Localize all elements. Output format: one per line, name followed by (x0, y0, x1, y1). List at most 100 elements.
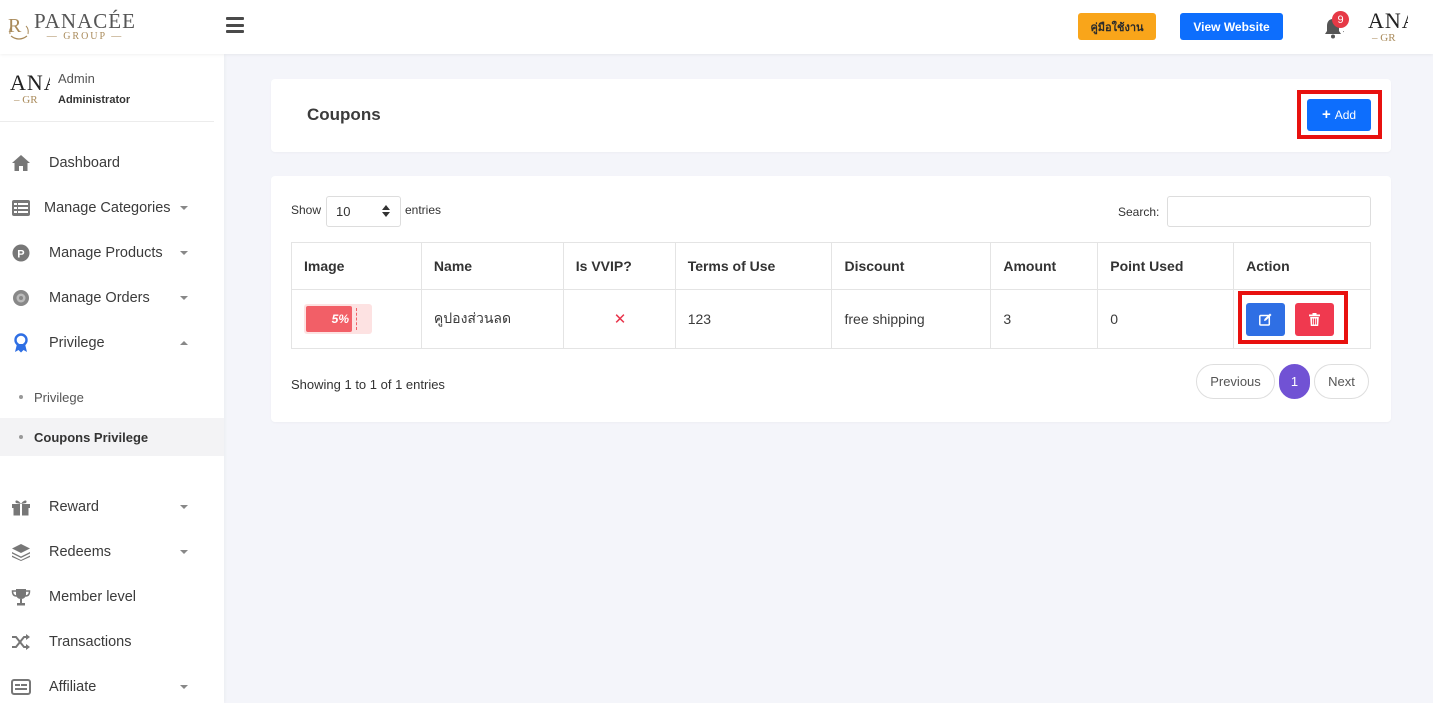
chevron-down-icon (180, 550, 188, 554)
header-avatar[interactable]: ANA – GR (1368, 10, 1408, 46)
logo-emblem-icon: R (8, 12, 30, 42)
view-website-button[interactable]: View Website (1180, 13, 1283, 40)
sidebar-item-manage-categories[interactable]: Manage Categories (0, 190, 214, 226)
cross-icon: ✕ (613, 311, 627, 328)
cell-name: คูปองส่วนลด (420, 289, 564, 349)
svg-text:P: P (17, 248, 24, 260)
coupon-image: 5% (304, 304, 372, 334)
user-profile: ANA – GR Admin Administrator (0, 54, 214, 122)
column-header-terms[interactable]: Terms of Use (674, 242, 833, 290)
sidebar: ANA – GR Admin Administrator Dashboard M… (0, 54, 224, 703)
table-info: Showing 1 to 1 of 1 entries (291, 377, 445, 392)
pagination-previous[interactable]: Previous (1196, 364, 1275, 399)
chevron-down-icon (180, 505, 188, 509)
chevron-down-icon (180, 296, 188, 300)
column-header-point-used[interactable]: Point Used (1097, 242, 1235, 290)
column-header-amount[interactable]: Amount (990, 242, 1099, 290)
gift-icon (11, 497, 31, 517)
cell-amount: 3 (990, 289, 1099, 349)
user-name: Admin (58, 71, 95, 86)
avatar: ANA – GR (10, 72, 50, 106)
sidebar-subitem-privilege[interactable]: Privilege (0, 378, 224, 416)
sidebar-item-label: Affiliate (49, 679, 97, 695)
logo-word: PANACÉE (34, 9, 136, 33)
top-header: R PANACÉE — GROUP — คู่มือใช้งาน View We… (0, 0, 1433, 54)
sidebar-item-manage-orders[interactable]: Manage Orders (0, 280, 214, 316)
search-label: Search: (1118, 205, 1160, 219)
sidebar-item-privilege[interactable]: Privilege (0, 325, 214, 361)
chevron-down-icon (180, 206, 188, 210)
cell-image: 5% (291, 289, 422, 349)
sidebar-item-label: Member level (49, 589, 137, 605)
trophy-icon (11, 587, 31, 607)
cell-point-used: 0 (1097, 289, 1235, 349)
column-header-is-vvip[interactable]: Is VVIP? (562, 242, 676, 290)
cell-discount: free shipping (831, 289, 992, 349)
coupon-image-text: 5% (306, 306, 352, 332)
user-role: Administrator (58, 94, 131, 106)
chevron-up-icon (180, 341, 188, 345)
chevron-down-icon (180, 685, 188, 689)
sidebar-item-redeems[interactable]: Redeems (0, 534, 214, 570)
edit-button[interactable] (1246, 302, 1286, 336)
cell-is-vvip: ✕ (562, 289, 676, 349)
bullet-icon (19, 435, 23, 439)
edit-icon (1259, 313, 1272, 326)
sidebar-subitem-label: Privilege (34, 389, 84, 405)
trash-icon (1308, 312, 1320, 326)
bullet-icon (19, 395, 23, 399)
sidebar-item-label: Dashboard (49, 155, 120, 171)
sidebar-item-member-level[interactable]: Member level (0, 579, 214, 615)
sidebar-subitem-label: Coupons Privilege (34, 429, 149, 445)
cell-terms: 123 (674, 289, 833, 349)
panacee-logo[interactable]: R PANACÉE — GROUP — (8, 10, 138, 44)
sidebar-item-label: Transactions (49, 634, 132, 650)
search-input[interactable] (1167, 196, 1371, 227)
column-header-name[interactable]: Name (420, 242, 564, 290)
show-label: Show (291, 203, 322, 217)
home-icon (11, 153, 31, 173)
sidebar-item-reward[interactable]: Reward (0, 489, 214, 525)
sidebar-item-label: Manage Orders (49, 290, 150, 306)
plus-icon: + (1321, 106, 1331, 123)
table-header-row: Image Name Is VVIP? Terms of Use Discoun… (291, 242, 1371, 290)
column-header-discount[interactable]: Discount (831, 242, 992, 290)
sidebar-item-affiliate[interactable]: Affiliate (0, 669, 214, 703)
award-icon (11, 333, 31, 353)
sort-arrows-icon (382, 205, 390, 217)
entries-select-value: 10 (336, 204, 351, 219)
pagination-page-1[interactable]: 1 (1279, 364, 1310, 399)
pagination-next[interactable]: Next (1314, 364, 1369, 399)
cell-action (1233, 289, 1371, 349)
sidebar-item-manage-products[interactable]: P Manage Products (0, 235, 214, 271)
add-button-label: Add (1334, 108, 1357, 122)
sidebar-item-label: Manage Products (49, 245, 163, 261)
column-header-image[interactable]: Image (291, 242, 422, 290)
delete-button[interactable] (1294, 302, 1334, 336)
sidebar-item-label: Manage Categories (44, 200, 171, 216)
column-header-action: Action (1233, 242, 1371, 290)
manual-button[interactable]: คู่มือใช้งาน (1078, 13, 1156, 40)
notification-badge: 9 (1332, 11, 1349, 28)
product-icon: P (11, 243, 31, 263)
sidebar-item-dashboard[interactable]: Dashboard (0, 145, 214, 181)
menu-toggle-icon[interactable] (226, 17, 244, 33)
page-header-card: Coupons (271, 79, 1391, 152)
sidebar-item-label: Redeems (49, 544, 112, 560)
logo-sub: — GROUP — (46, 31, 124, 42)
add-coupon-button[interactable]: + Add (1307, 99, 1371, 131)
layers-icon (11, 542, 31, 562)
sidebar-subitem-coupons-privilege[interactable]: Coupons Privilege (0, 418, 224, 456)
id-card-icon (11, 677, 31, 697)
sidebar-item-transactions[interactable]: Transactions (0, 624, 214, 660)
shuffle-icon (11, 632, 31, 652)
list-icon (11, 198, 31, 218)
table-row: 5% คูปองส่วนลด ✕ 123 free shipping 3 0 (291, 289, 1371, 349)
orders-icon (11, 288, 31, 308)
sidebar-item-label: Reward (49, 499, 99, 515)
chevron-down-icon (180, 251, 188, 255)
page-title: Coupons (307, 105, 381, 124)
entries-select[interactable]: 10 (326, 196, 401, 227)
entries-label: entries (405, 203, 442, 217)
coupons-table: Image Name Is VVIP? Terms of Use Discoun… (291, 242, 1371, 349)
